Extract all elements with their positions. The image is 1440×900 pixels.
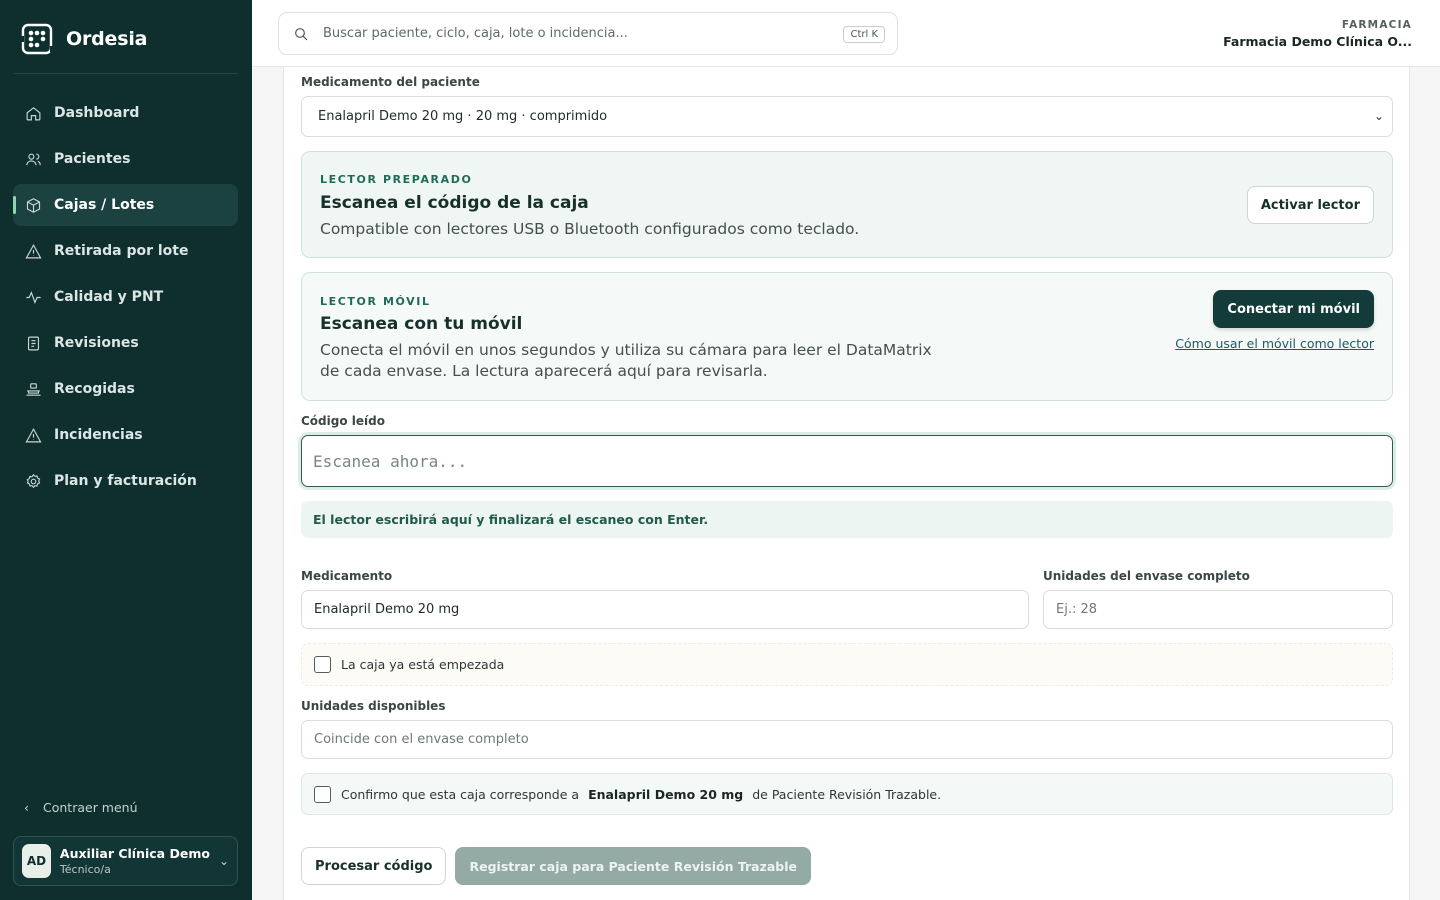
medication-field[interactable] [301, 590, 1029, 629]
sidebar-item-label: Pacientes [54, 151, 131, 167]
process-code-button[interactable]: Procesar código [301, 847, 447, 885]
sidebar-item-label: Retirada por lote [54, 243, 189, 259]
avatar: AD [22, 844, 51, 878]
sidebar-item-label: Calidad y PNT [54, 289, 164, 305]
brand-name: Ordesia [66, 28, 148, 50]
sidebar-item-plan-facturacion[interactable]: Plan y facturación [13, 460, 238, 502]
mobile-description-line: Conecta el móvil en unos segundos y util… [320, 341, 932, 359]
global-search[interactable]: Ctrl K [278, 12, 898, 55]
search-input[interactable] [323, 26, 823, 41]
brand[interactable]: Ordesia [20, 22, 147, 56]
register-box-form: Medicamento del paciente Enalapril Demo … [283, 67, 1410, 900]
sidebar-item-retirada-por-lote[interactable]: Retirada por lote [13, 230, 238, 272]
sidebar-item-label: Revisiones [54, 335, 139, 351]
sidebar-item-dashboard[interactable]: Dashboard [13, 92, 238, 134]
users-icon [24, 150, 42, 168]
patient-medication-value: Enalapril Demo 20 mg · 20 mg · comprimid… [318, 109, 608, 124]
reader-title: Escanea el código de la caja [320, 193, 589, 213]
topbar: Ctrl K FARMACIA Farmacia Demo Clínica O.… [252, 0, 1440, 67]
mobile-description: Conecta el móvil en unos segundos y util… [320, 340, 932, 382]
mobile-eyebrow: LECTOR MÓVIL [320, 295, 431, 308]
sidebar-nav: Dashboard Pacientes Cajas / Lotes Retira… [13, 92, 238, 506]
warning-icon [24, 242, 42, 260]
sidebar-item-pacientes[interactable]: Pacientes [13, 138, 238, 180]
pharmacy-selector[interactable]: FARMACIA Farmacia Demo Clínica O... [1223, 19, 1412, 49]
chevron-down-icon: ⌄ [218, 854, 229, 868]
sidebar-divider [14, 73, 238, 74]
sidebar-item-label: Dashboard [54, 105, 140, 121]
usb-reader-panel: LECTOR PREPARADO Escanea el código de la… [301, 151, 1393, 258]
activity-icon [24, 288, 42, 306]
mobile-help-link[interactable]: Cómo usar el móvil como lector [1175, 336, 1374, 351]
collapse-menu-label: Contraer menú [43, 800, 138, 815]
confirm-suffix: de Paciente Revisión Trazable. [752, 786, 942, 802]
pickup-icon [24, 380, 42, 398]
collapse-menu-button[interactable]: ‹ Contraer menú [24, 800, 138, 815]
alert-icon [24, 426, 42, 444]
sidebar-item-label: Incidencias [54, 427, 143, 443]
package-units-field[interactable] [1043, 590, 1393, 629]
reader-eyebrow: LECTOR PREPARADO [320, 173, 473, 186]
clipboard-icon [24, 334, 42, 352]
sidebar-item-cajas-lotes[interactable]: Cajas / Lotes [13, 184, 238, 226]
box-started-row[interactable]: La caja ya está empezada [301, 643, 1393, 686]
mobile-description-line: de cada envase. La lectura aparecerá aqu… [320, 362, 768, 380]
sidebar-item-label: Recogidas [54, 381, 135, 397]
available-units-input[interactable] [314, 732, 1339, 747]
sidebar-item-recogidas[interactable]: Recogidas [13, 368, 238, 410]
box-started-label: La caja ya está empezada [341, 657, 505, 672]
sidebar-item-incidencias[interactable]: Incidencias [13, 414, 238, 456]
patient-medication-label: Medicamento del paciente [301, 75, 480, 89]
confirm-box-row[interactable]: Confirmo que esta caja corresponde a Ena… [301, 773, 1393, 815]
scanned-code-field[interactable] [301, 435, 1393, 487]
sidebar-item-calidad-pnt[interactable]: Calidad y PNT [13, 276, 238, 318]
reader-description: Compatible con lectores USB o Bluetooth … [320, 220, 860, 238]
pharmacy-label: FARMACIA [1341, 19, 1412, 31]
connect-mobile-button[interactable]: Conectar mi móvil [1213, 290, 1374, 328]
activate-reader-button[interactable]: Activar lector [1246, 186, 1374, 224]
user-name: Auxiliar Clínica Demo [59, 846, 210, 861]
mobile-title: Escanea con tu móvil [320, 314, 523, 334]
register-box-button[interactable]: Registrar caja para Paciente Revisión Tr… [455, 847, 812, 885]
package-units-input[interactable] [1056, 602, 1376, 617]
search-shortcut-badge: Ctrl K [843, 26, 885, 43]
user-role: Técnico/a [59, 863, 111, 876]
available-units-field[interactable] [301, 720, 1393, 759]
code-label: Código leído [301, 414, 385, 428]
available-units-label: Unidades disponibles [301, 699, 446, 713]
package-units-label: Unidades del envase completo [1043, 569, 1250, 583]
confirm-medication: Enalapril Demo 20 mg [588, 786, 744, 802]
chevron-down-icon: ⌄ [1373, 109, 1384, 123]
box-started-checkbox[interactable] [314, 656, 331, 673]
settings-icon [24, 472, 42, 490]
sidebar-item-label: Cajas / Lotes [54, 197, 155, 213]
sidebar-item-label: Plan y facturación [54, 473, 197, 489]
box-icon [24, 196, 42, 214]
scanned-code-input[interactable] [313, 451, 1313, 471]
brand-logo-icon [20, 23, 54, 55]
search-icon [295, 27, 308, 40]
patient-medication-select[interactable]: Enalapril Demo 20 mg · 20 mg · comprimid… [301, 96, 1393, 137]
home-icon [24, 104, 42, 122]
user-menu[interactable]: AD Auxiliar Clínica Demo Técnico/a ⌄ [13, 836, 238, 886]
mobile-reader-panel: LECTOR MÓVIL Escanea con tu móvil Conect… [301, 272, 1393, 401]
pharmacy-name: Farmacia Demo Clínica O... [1223, 34, 1412, 49]
sidebar: Ordesia Dashboard Pacientes Cajas / Lote… [0, 0, 252, 900]
chevron-left-icon: ‹ [24, 800, 29, 815]
confirm-prefix: Confirmo que esta caja corresponde a [341, 786, 580, 802]
form-actions: Procesar código Registrar caja para Paci… [301, 847, 812, 885]
medication-label: Medicamento [301, 569, 393, 583]
sidebar-item-revisiones[interactable]: Revisiones [13, 322, 238, 364]
scanner-hint: El lector escribirá aquí y finalizará el… [301, 501, 1393, 538]
confirm-box-checkbox[interactable] [314, 785, 331, 803]
medication-input[interactable] [314, 602, 993, 617]
